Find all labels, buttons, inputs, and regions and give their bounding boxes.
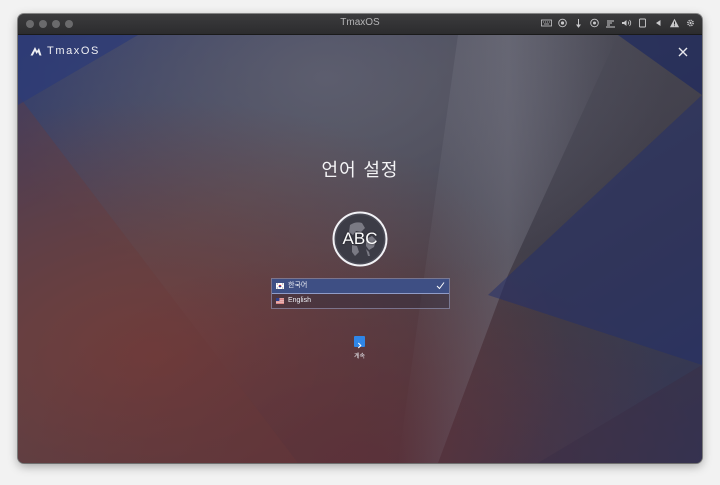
continue-label: 계속: [353, 353, 366, 360]
checkmark-icon: [436, 282, 445, 290]
tmaxos-window: TmaxOS TmaxOS 언어 설정 ABC 한국어 English 계속: [18, 14, 702, 463]
continue-button[interactable]: [354, 336, 365, 349]
tmaxos-logo-icon: [30, 47, 42, 56]
language-globe-icon: ABC: [332, 211, 388, 267]
warning-icon[interactable]: [669, 18, 680, 30]
tmaxos-logo: TmaxOS: [30, 45, 100, 57]
tablet-icon[interactable]: [637, 18, 648, 30]
chevron-right-icon: [357, 342, 362, 349]
record-icon[interactable]: [589, 18, 600, 30]
page-title: 언어 설정: [321, 160, 399, 181]
usa-flag-icon: [276, 298, 284, 304]
language-label: English: [288, 297, 311, 304]
language-option-korean[interactable]: 한국어: [272, 279, 449, 294]
korea-flag-icon: [276, 283, 284, 289]
logo-text: TmaxOS: [47, 45, 100, 57]
language-list: 한국어 English: [271, 278, 450, 309]
volume-icon[interactable]: [621, 18, 632, 30]
keyboard-icon[interactable]: [541, 18, 552, 30]
language-label: 한국어: [288, 282, 308, 289]
status-tray: [541, 18, 696, 30]
title-bar: TmaxOS: [18, 14, 702, 35]
pen-icon[interactable]: [573, 18, 584, 30]
language-option-english[interactable]: English: [272, 294, 449, 308]
settings-gear-icon[interactable]: [685, 18, 696, 30]
globe-label: ABC: [342, 229, 378, 248]
back-triangle-icon[interactable]: [653, 18, 664, 30]
setup-screen: TmaxOS 언어 설정 ABC 한국어 English 계속: [18, 35, 702, 463]
close-button[interactable]: [676, 44, 690, 58]
chip-icon[interactable]: [557, 18, 568, 30]
close-icon: [678, 47, 688, 57]
network-icon[interactable]: [605, 18, 616, 30]
